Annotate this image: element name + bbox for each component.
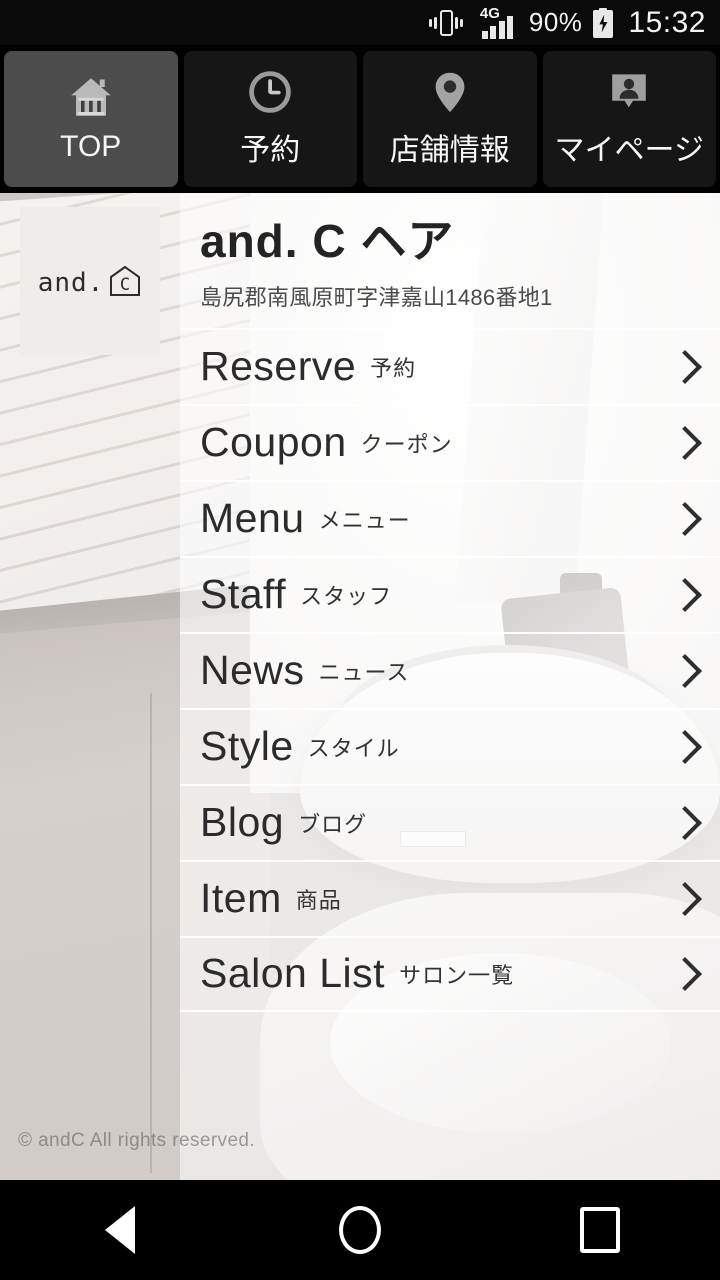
menu-item-reserve[interactable]: Reserve 予約 [180, 327, 720, 404]
tab-top[interactable]: TOP [4, 51, 178, 187]
menu-item-staff[interactable]: Staff スタッフ [180, 555, 720, 632]
recents-square-icon[interactable] [540, 1180, 660, 1280]
clock-icon [243, 65, 297, 119]
menu-list: Reserve 予約 Coupon クーポン Menu メニュー Staff ス… [180, 327, 720, 1012]
menu-item-label-jp: 予約 [370, 355, 417, 381]
copyright-text: © andC All rights reserved. [18, 1130, 256, 1151]
chevron-right-icon [672, 955, 694, 993]
main-content-panel: and. C ヘア 島尻郡南風原町字津嘉山1486番地1 Reserve 予約 … [180, 193, 720, 1180]
chevron-right-icon [672, 348, 694, 386]
menu-item-label-jp: サロン一覧 [399, 962, 515, 988]
menu-item-label-jp: クーポン [360, 431, 453, 457]
salon-header: and. C ヘア 島尻郡南風原町字津嘉山1486番地1 [180, 193, 720, 324]
signal-bars-icon: 4G [474, 5, 518, 39]
menu-item-label-jp: 商品 [295, 887, 342, 913]
map-pin-icon [423, 65, 477, 119]
menu-item-label-jp: メニュー [318, 507, 411, 533]
back-icon[interactable] [60, 1180, 180, 1280]
chevron-right-icon [672, 576, 694, 614]
tab-label: TOP [60, 130, 122, 163]
chevron-right-icon [672, 804, 694, 842]
chevron-right-icon [672, 424, 694, 462]
battery-percent-label: 90% [528, 7, 583, 37]
menu-item-label-en: Salon List [200, 950, 386, 997]
clock-label: 15:32 [628, 5, 706, 39]
menu-item-label-en: Reserve [200, 343, 357, 390]
status-bar: 4G 90% 15:32 [0, 0, 720, 45]
tab-label: 予約 [240, 134, 301, 167]
home-icon [64, 70, 118, 124]
menu-item-salon-list[interactable]: Salon List サロン一覧 [180, 935, 720, 1012]
tab-label: 店舗情報 [389, 134, 510, 167]
chevron-right-icon [672, 728, 694, 766]
menu-item-coupon[interactable]: Coupon クーポン [180, 403, 720, 480]
tab-my-page[interactable]: マイページ [542, 51, 716, 187]
tab-reserve[interactable]: 予約 [183, 51, 357, 187]
page-title: and. C ヘア [200, 215, 455, 267]
menu-item-label-en: Staff [200, 571, 287, 618]
menu-item-label-en: Item [200, 875, 282, 922]
menu-item-label-en: Menu [200, 495, 305, 542]
salon-address: 島尻郡南風原町字津嘉山1486番地1 [200, 284, 553, 310]
salon-logo: and. C [20, 207, 160, 355]
menu-item-label-en: News [200, 647, 305, 694]
menu-item-label-en: Blog [200, 799, 285, 846]
top-tab-bar: TOP 予約 店舗情報 マイページ [0, 45, 720, 193]
tab-shop-info[interactable]: 店舗情報 [363, 51, 537, 187]
menu-item-label-en: Coupon [200, 419, 347, 466]
android-nav-bar [0, 1180, 720, 1280]
battery-charging-icon [593, 7, 614, 38]
menu-item-news[interactable]: News ニュース [180, 631, 720, 708]
menu-item-style[interactable]: Style スタイル [180, 707, 720, 784]
house-outline-icon: C [108, 264, 142, 298]
chevron-right-icon [672, 652, 694, 690]
menu-item-label-jp: スタイル [307, 735, 400, 761]
vibrate-icon [428, 8, 463, 38]
menu-item-item[interactable]: Item 商品 [180, 859, 720, 936]
menu-item-label-jp: ニュース [318, 659, 410, 685]
menu-item-label-jp: スタッフ [300, 583, 393, 609]
chevron-right-icon [672, 880, 694, 918]
menu-item-blog[interactable]: Blog ブログ [180, 783, 720, 860]
chevron-right-icon [672, 500, 694, 538]
logo-text: and. [37, 268, 105, 298]
phone-screen: 4G 90% 15:32 TOP 予約 店舗情報 マイページ and. C ヘア… [0, 0, 720, 1280]
tab-label: マイページ [554, 134, 704, 167]
svg-text:C: C [120, 275, 130, 295]
home-circle-icon[interactable] [300, 1180, 420, 1280]
user-badge-icon [602, 65, 656, 119]
menu-item-label-jp: ブログ [298, 811, 368, 837]
menu-item-menu[interactable]: Menu メニュー [180, 479, 720, 556]
menu-item-label-en: Style [200, 723, 294, 770]
